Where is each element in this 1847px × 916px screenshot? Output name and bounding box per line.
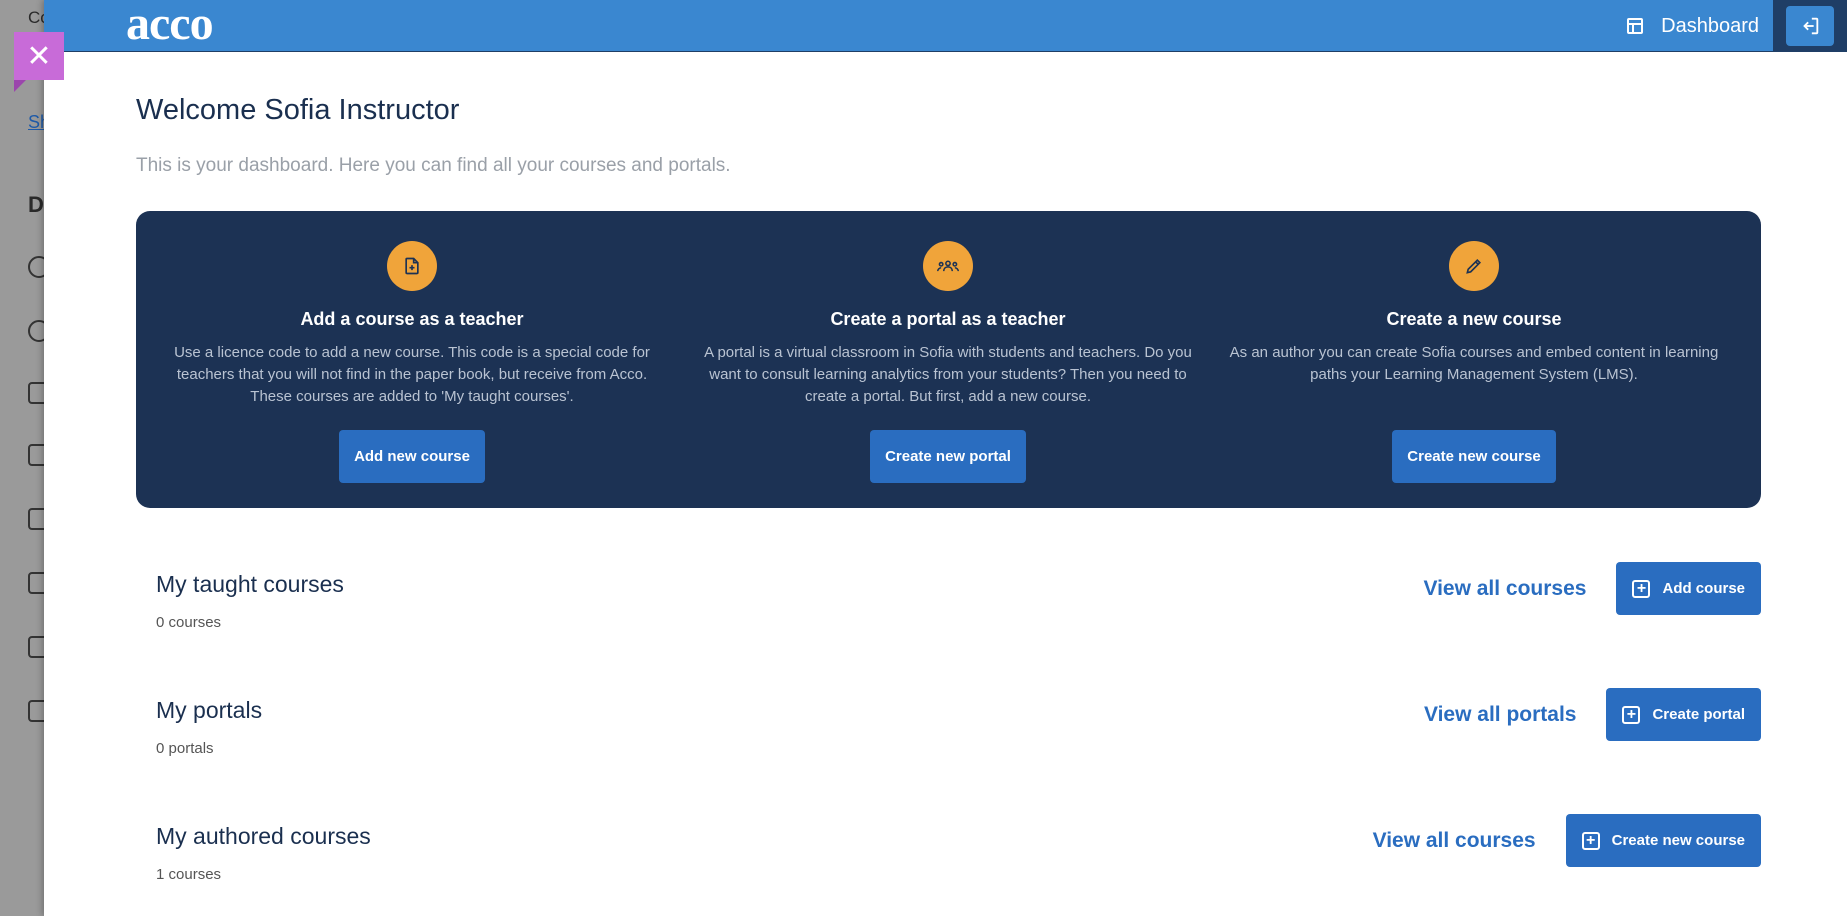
button-label: Add course xyxy=(1662,580,1745,597)
section-count: 0 courses xyxy=(156,614,222,631)
close-icon: ✕ xyxy=(26,39,52,73)
create-course-card: Create a new course As an author you can… xyxy=(1224,211,1724,483)
page-subtitle: This is your dashboard. Here you can fin… xyxy=(136,155,731,176)
file-plus-icon xyxy=(387,241,437,291)
pencil-icon xyxy=(1449,241,1499,291)
card-description: A portal is a virtual classroom in Sofia… xyxy=(704,344,1192,405)
logout-container xyxy=(1773,0,1847,52)
users-group-icon xyxy=(923,241,973,291)
button-label: Create new course xyxy=(1611,832,1745,849)
logout-button[interactable] xyxy=(1786,6,1834,46)
logout-icon xyxy=(1803,17,1819,35)
add-course-card: Add a course as a teacher Use a licence … xyxy=(162,211,662,483)
card-title: Create a portal as a teacher xyxy=(830,309,1066,329)
create-new-portal-button[interactable]: Create new portal xyxy=(870,430,1026,483)
section-actions: View all courses + Add course xyxy=(1423,562,1761,615)
acco-logo[interactable]: acco xyxy=(126,0,214,51)
taught-courses-section: My taught courses 0 courses View all cou… xyxy=(156,562,1761,631)
background-heading-fragment: D xyxy=(28,192,44,217)
section-actions: View all courses + Create new course xyxy=(1373,814,1761,867)
plus-square-icon: + xyxy=(1622,705,1641,724)
card-description: As an author you can create Sofia course… xyxy=(1229,344,1719,383)
dashboard-icon xyxy=(1627,18,1644,34)
create-new-course-section-button[interactable]: + Create new course xyxy=(1565,814,1761,867)
dashboard-link[interactable]: Dashboard xyxy=(1627,0,1759,52)
create-portal-button[interactable]: + Create portal xyxy=(1606,688,1761,741)
authored-courses-section: My authored courses 1 courses View all c… xyxy=(156,814,1761,883)
card-description: Use a licence code to add a new course. … xyxy=(174,344,650,405)
section-actions: View all portals + Create portal xyxy=(1424,688,1761,741)
dashboard-label: Dashboard xyxy=(1661,14,1759,37)
card-title: Create a new course xyxy=(1386,309,1562,329)
section-count: 0 portals xyxy=(156,740,214,757)
create-new-course-button[interactable]: Create new course xyxy=(1392,430,1556,483)
view-all-authored-courses-link[interactable]: View all courses xyxy=(1373,829,1536,853)
page-title: Welcome Sofia Instructor xyxy=(136,94,460,126)
plus-square-icon: + xyxy=(1581,831,1600,850)
create-portal-card: Create a portal as a teacher A portal is… xyxy=(698,211,1198,483)
dashboard-panel: acco Dashboard Welcome Sofia Instructor … xyxy=(44,0,1847,916)
add-new-course-button[interactable]: Add new course xyxy=(339,430,485,483)
close-panel-button[interactable]: ✕ xyxy=(14,32,64,92)
view-all-portals-link[interactable]: View all portals xyxy=(1424,703,1577,727)
portals-section: My portals 0 portals View all portals + … xyxy=(156,688,1761,757)
add-course-button[interactable]: + Add course xyxy=(1616,562,1761,615)
card-title: Add a course as a teacher xyxy=(300,309,524,329)
plus-square-icon: + xyxy=(1632,579,1651,598)
button-label: Create portal xyxy=(1652,706,1745,723)
top-bar: acco Dashboard xyxy=(44,0,1847,52)
quick-actions-banner: Add a course as a teacher Use a licence … xyxy=(136,211,1761,508)
view-all-taught-courses-link[interactable]: View all courses xyxy=(1423,577,1586,601)
section-count: 1 courses xyxy=(156,866,222,883)
